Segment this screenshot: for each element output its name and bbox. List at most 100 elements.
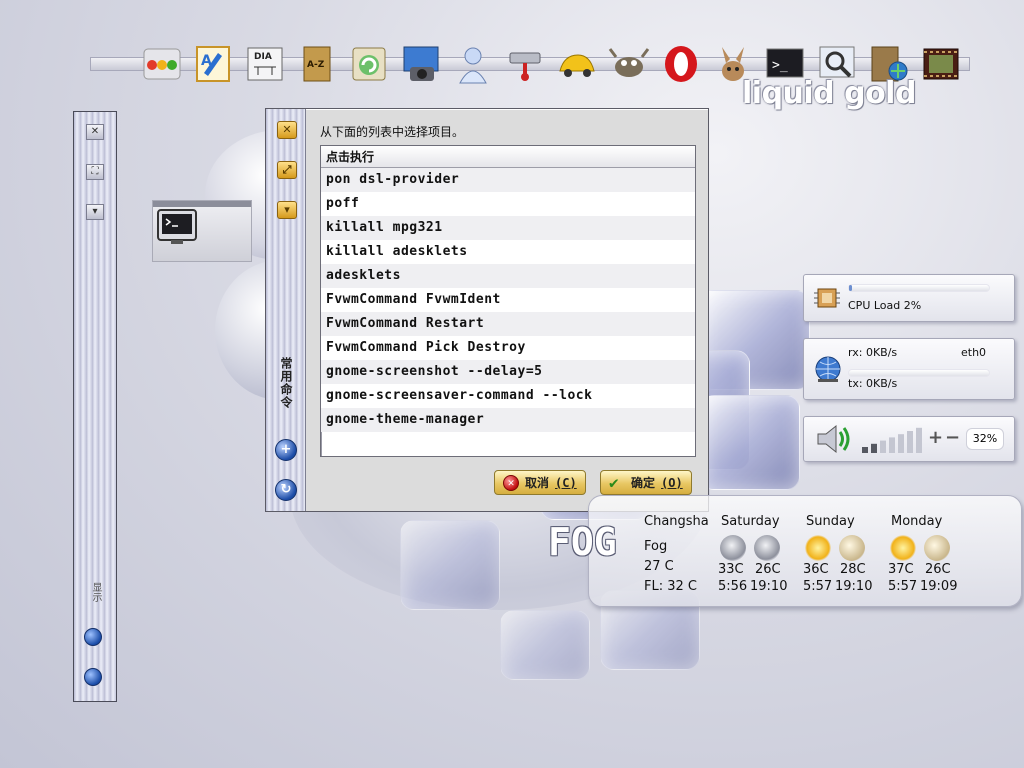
weather-city: Changsha xyxy=(644,514,709,529)
cpu-load-fill xyxy=(849,285,852,291)
command-list[interactable]: 点击执行 pon dsl-provider poff killall mpg321 k… xyxy=(320,145,696,457)
gimp-icon[interactable] xyxy=(604,40,654,88)
weather-temperature: 27 C xyxy=(644,559,674,574)
monitor-icon xyxy=(157,209,197,244)
cpu-monitor-widget: CPU Load 2% xyxy=(803,274,1015,322)
command-list-item[interactable]: FvwmCommand Pick Destroy xyxy=(321,336,695,360)
minimize-button[interactable]: ▾ xyxy=(86,204,104,220)
dictionary-label: A-Z xyxy=(307,60,325,70)
weather-condition: Fog xyxy=(644,539,668,554)
volume-percent: 32% xyxy=(966,428,1004,450)
dialog-side-bar: ✕ ⤢ ▾ 常用命令 + ↻ xyxy=(266,109,306,511)
forecast-sunset: 19:09 xyxy=(920,579,958,594)
speaker-icon[interactable] xyxy=(814,423,854,455)
cancel-button[interactable]: ✕ 取消 (C) xyxy=(494,470,586,495)
volume-up-button[interactable]: + xyxy=(928,427,943,448)
command-list-item[interactable]: FvwmCommand FvwmIdent xyxy=(321,288,695,312)
dialog-ball-button[interactable]: + xyxy=(275,439,297,461)
network-interface: eth0 xyxy=(961,346,987,359)
forecast-high: 36C xyxy=(803,562,829,577)
forecast-high: 37C xyxy=(888,562,914,577)
user-icon[interactable] xyxy=(448,40,498,88)
volume-level-bars[interactable] xyxy=(862,425,926,453)
left-window-panel: ✕ ⛶ ▾ 显示 xyxy=(73,111,117,702)
dia-icon[interactable]: DIA xyxy=(240,40,290,88)
command-list-item[interactable]: poff xyxy=(321,192,695,216)
network-monitor-widget: rx: 0KB/s eth0 tx: 0KB/s xyxy=(803,338,1015,400)
cpu-load-label: CPU Load 2% xyxy=(848,299,922,312)
check-icon: ✔ xyxy=(609,472,619,492)
weather-feels-like: FL: 32 C xyxy=(644,579,697,594)
image-viewer-icon[interactable] xyxy=(344,40,394,88)
volume-level-bar xyxy=(871,443,877,453)
sun-icon xyxy=(805,535,831,561)
panel-vertical-label: 显示 xyxy=(90,582,101,602)
volume-level-bar xyxy=(889,437,895,453)
dialog-vertical-title: 常用命令 xyxy=(279,357,293,409)
forecast-sunrise: 5:57 xyxy=(888,579,918,594)
text-editor-icon[interactable]: A xyxy=(188,40,238,88)
command-list-item[interactable]: killall mpg321 xyxy=(321,216,695,240)
dialog-ball-button[interactable]: ↻ xyxy=(275,479,297,501)
panel-ball-button[interactable] xyxy=(84,628,102,646)
command-list-item[interactable]: killall adesklets xyxy=(321,240,695,264)
command-list-item[interactable]: FvwmCommand Restart xyxy=(321,312,695,336)
movie-player-icon[interactable] xyxy=(916,40,966,88)
moon-icon xyxy=(839,535,865,561)
opera-icon[interactable] xyxy=(656,40,706,88)
dialog-maximize-button[interactable]: ⤢ xyxy=(277,161,297,179)
tx-rate: tx: 0KB/s xyxy=(848,377,898,390)
forecast-day-name: Sunday xyxy=(806,514,855,529)
command-list-item[interactable]: gnome-screenshot --delay=5 xyxy=(321,360,695,384)
forecast-day-name: Saturday xyxy=(721,514,780,529)
storm-icon xyxy=(720,535,746,561)
volume-level-bar xyxy=(898,434,904,453)
forecast-low: 26C xyxy=(925,562,951,577)
car-icon[interactable] xyxy=(552,40,602,88)
ok-button-label: 确定 xyxy=(631,476,656,490)
terminal-label: >_ xyxy=(772,58,788,73)
dictionary-icon[interactable]: A-Z xyxy=(292,40,342,88)
command-chooser-dialog: ✕ ⤢ ▾ 常用命令 + ↻ 从下面的列表中选择项目。 点击执行 pon dsl… xyxy=(265,108,709,512)
background-cube xyxy=(700,395,800,490)
panel-ball-button[interactable] xyxy=(84,668,102,686)
cancel-icon: ✕ xyxy=(503,474,519,491)
volume-widget: + − 32% xyxy=(803,416,1015,462)
command-list-item[interactable]: adesklets xyxy=(321,264,695,288)
network-bar xyxy=(848,369,990,377)
globe-icon xyxy=(815,356,841,382)
dia-label: DIA xyxy=(254,52,272,62)
list-column-header[interactable]: 点击执行 xyxy=(321,146,695,168)
forecast-sunrise: 5:57 xyxy=(803,579,833,594)
forecast-high: 33C xyxy=(718,562,744,577)
command-list-item[interactable]: pon dsl-provider xyxy=(321,168,695,192)
volume-level-bar xyxy=(916,427,922,453)
cancel-button-shortcut: (C) xyxy=(555,475,577,490)
weather-banner: FOG xyxy=(548,520,617,564)
forecast-day-name: Monday xyxy=(891,514,943,529)
forecast-low: 28C xyxy=(840,562,866,577)
ok-button[interactable]: ✔ 确定 (O) xyxy=(600,470,692,495)
terminal-window-thumbnail[interactable] xyxy=(152,200,252,262)
background-cube xyxy=(500,610,590,680)
cancel-button-label: 取消 xyxy=(525,476,550,490)
theme-brand-logo: liquid gold xyxy=(742,76,916,111)
network-tools-icon[interactable] xyxy=(500,40,550,88)
volume-down-button[interactable]: − xyxy=(945,427,960,448)
thumbnail-titlebar xyxy=(153,201,251,207)
rx-rate: rx: 0KB/s xyxy=(848,346,898,359)
maximize-button[interactable]: ⛶ xyxy=(86,164,104,180)
forecast-low: 26C xyxy=(755,562,781,577)
command-list-item[interactable]: gnome-screensaver-command --lock xyxy=(321,384,695,408)
command-list-item[interactable]: gnome-theme-manager xyxy=(321,408,695,432)
list-rows: pon dsl-provider poff killall mpg321 killal… xyxy=(321,168,695,432)
traffic-light-icon[interactable] xyxy=(136,40,186,88)
photo-camera-icon[interactable] xyxy=(396,40,446,88)
moon-icon xyxy=(924,535,950,561)
partly-cloudy-icon xyxy=(890,535,916,561)
forecast-sunset: 19:10 xyxy=(835,579,873,594)
dialog-minimize-button[interactable]: ▾ xyxy=(277,201,297,219)
close-button[interactable]: ✕ xyxy=(86,124,104,140)
dialog-close-button[interactable]: ✕ xyxy=(277,121,297,139)
forecast-sunset: 19:10 xyxy=(750,579,788,594)
